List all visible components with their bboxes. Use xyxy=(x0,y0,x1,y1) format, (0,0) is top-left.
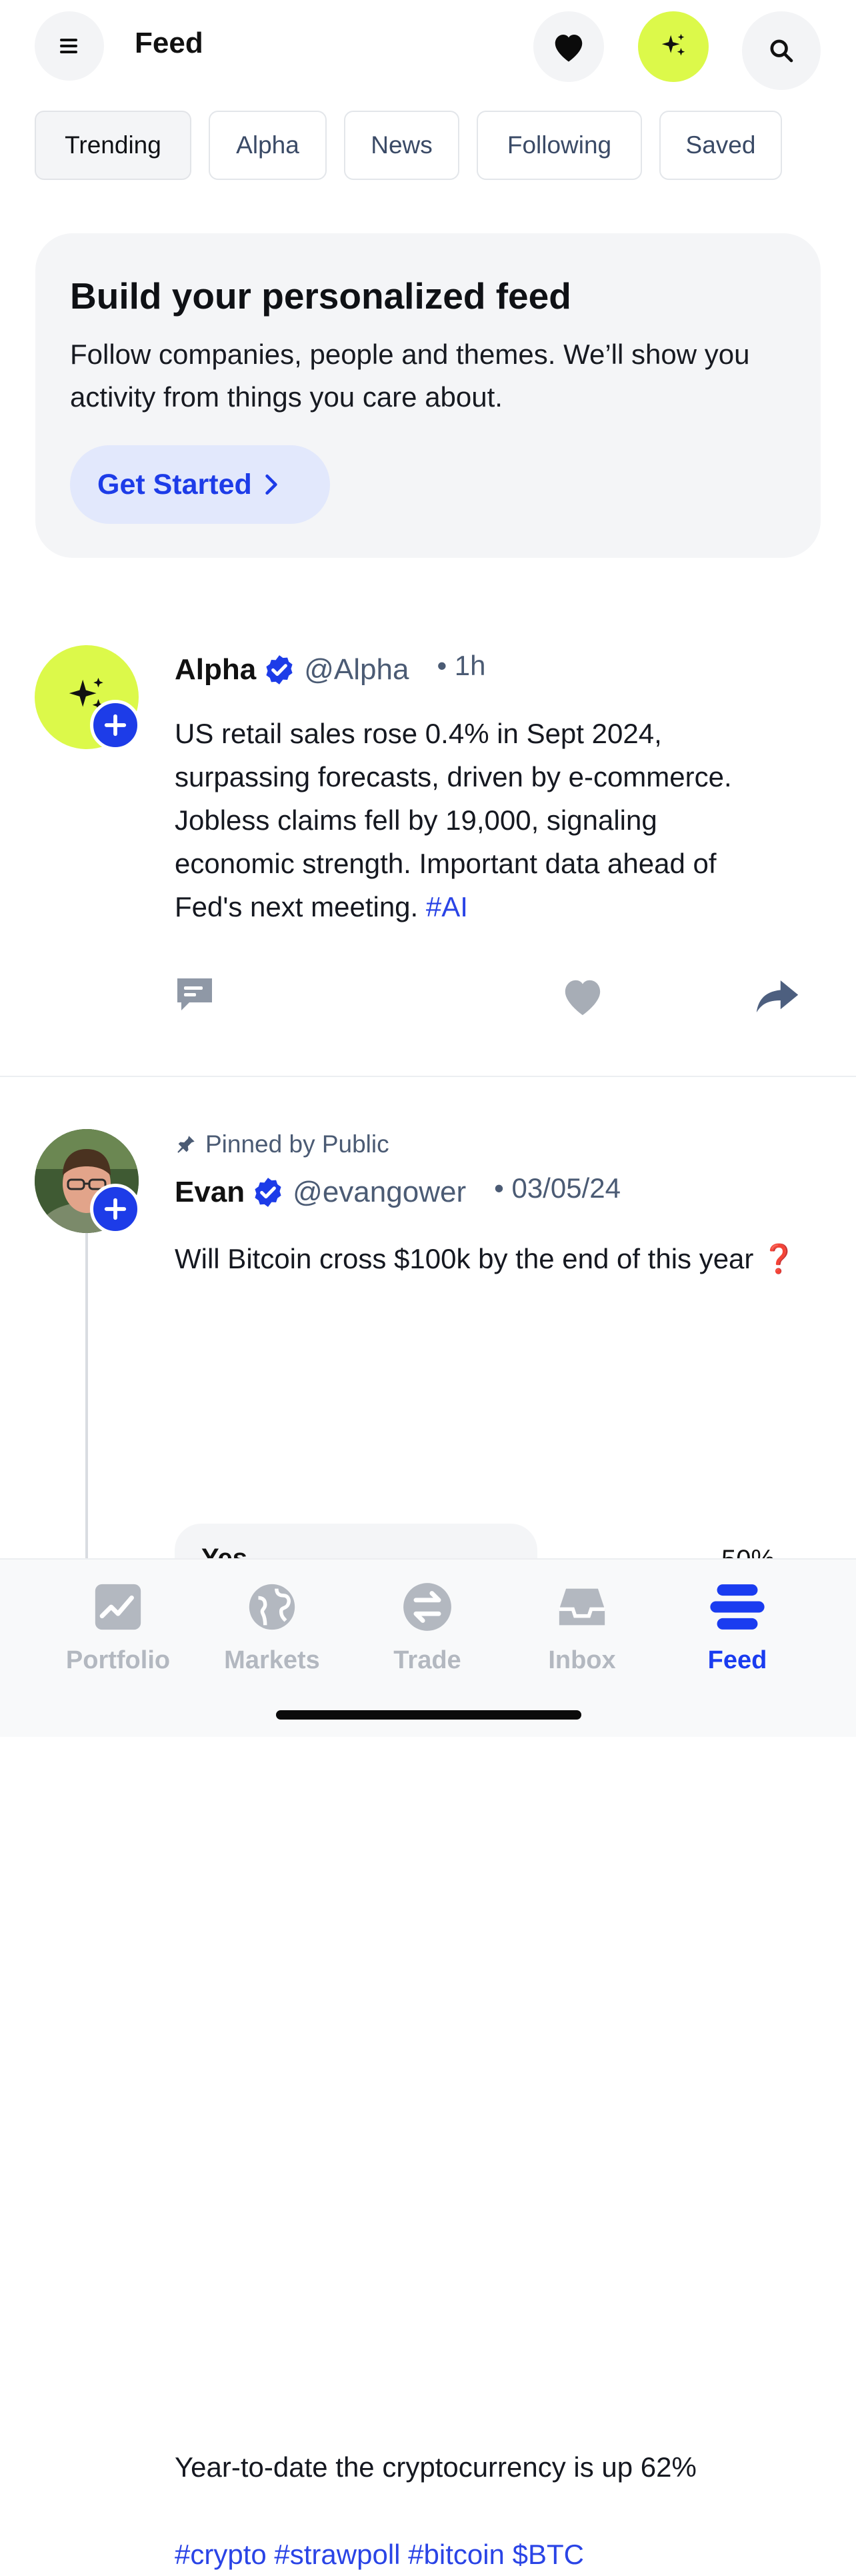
comment-button[interactable] xyxy=(173,974,216,1018)
share-button[interactable] xyxy=(753,976,801,1020)
tab-trending[interactable]: Trending xyxy=(35,111,191,180)
promo-body: Follow companies, people and themes. We’… xyxy=(70,339,750,413)
nav-inbox[interactable]: Inbox xyxy=(515,1580,649,1675)
post-header: Alpha @Alpha • 1h xyxy=(175,650,486,686)
search-icon xyxy=(770,39,793,63)
nav-label: Markets xyxy=(224,1646,320,1674)
verified-badge-icon xyxy=(255,1178,281,1207)
get-started-button[interactable]: Get Started xyxy=(70,445,330,524)
promo-title: Build your personalized feed xyxy=(70,275,571,317)
verified-badge-icon xyxy=(266,655,293,684)
hashtag-link[interactable]: #AI xyxy=(426,891,468,922)
nav-feed[interactable]: Feed xyxy=(671,1580,804,1675)
tab-alpha[interactable]: Alpha xyxy=(209,111,327,180)
search-button[interactable] xyxy=(742,11,821,90)
author-name[interactable]: Evan xyxy=(175,1176,245,1209)
post-header: Evan @evangower • 03/05/24 xyxy=(175,1172,621,1209)
heart-icon xyxy=(555,35,583,62)
tab-following[interactable]: Following xyxy=(477,111,642,180)
chevron-right-icon xyxy=(265,474,277,495)
question-mark-emoji: ❓ xyxy=(761,1243,797,1274)
page-title: Feed xyxy=(135,27,203,59)
swap-icon xyxy=(403,1583,451,1631)
tab-saved[interactable]: Saved xyxy=(659,111,782,180)
get-started-label: Get Started xyxy=(97,468,252,501)
menu-button[interactable] xyxy=(35,11,104,81)
nav-label: Feed xyxy=(707,1646,767,1674)
favorites-button[interactable] xyxy=(533,11,604,82)
personalized-feed-card: Build your personalized feed Follow comp… xyxy=(35,233,821,558)
thread-line xyxy=(85,1190,88,1564)
feed-icon xyxy=(710,1584,765,1630)
tab-news[interactable]: News xyxy=(344,111,459,180)
nav-label: Inbox xyxy=(548,1646,616,1674)
home-indicator xyxy=(276,1710,581,1720)
hashtags[interactable]: #crypto #strawpoll #bitcoin $BTC xyxy=(175,2533,584,2576)
post-stat: Year-to-date the cryptocurrency is up 62… xyxy=(175,2451,697,2483)
follow-button[interactable] xyxy=(90,1184,141,1234)
follow-button[interactable] xyxy=(90,700,141,750)
comment-icon xyxy=(177,978,212,1010)
post-text: US retail sales rose 0.4% in Sept 2024, … xyxy=(175,718,732,922)
ai-sparkle-button[interactable] xyxy=(638,11,709,82)
share-icon xyxy=(756,980,799,1012)
inbox-icon xyxy=(559,1588,605,1626)
author-handle[interactable]: @Alpha xyxy=(304,653,409,686)
author-name[interactable]: Alpha xyxy=(175,653,256,686)
pinned-label: Pinned by Public xyxy=(175,1130,389,1158)
sparkle-icon xyxy=(661,33,685,56)
pinned-text: Pinned by Public xyxy=(205,1130,389,1158)
nav-trade[interactable]: Trade xyxy=(361,1580,494,1675)
plus-icon xyxy=(104,1198,127,1220)
nav-label: Portfolio xyxy=(65,1646,171,1674)
globe-icon xyxy=(249,1584,295,1630)
nav-markets[interactable]: Markets xyxy=(205,1580,339,1675)
author-handle[interactable]: @evangower xyxy=(293,1176,466,1209)
post-question: Will Bitcoin cross $100k by the end of t… xyxy=(175,1243,797,1274)
chart-line-icon xyxy=(95,1584,141,1630)
like-button[interactable] xyxy=(559,974,607,1020)
heart-icon xyxy=(565,980,601,1016)
post-time: • 03/05/24 xyxy=(494,1172,621,1204)
pin-icon xyxy=(177,1136,195,1153)
post-alpha: Alpha @Alpha • 1h US retail sales rose 0… xyxy=(0,640,856,1073)
menu-icon xyxy=(60,39,77,53)
post-time: • 1h xyxy=(437,650,486,681)
plus-icon xyxy=(104,714,127,736)
post-evan: Pinned by Public Evan @evangower • 03/05… xyxy=(0,1077,856,2570)
nav-label: Trade xyxy=(393,1646,461,1674)
nav-portfolio[interactable]: Portfolio xyxy=(51,1580,185,1675)
